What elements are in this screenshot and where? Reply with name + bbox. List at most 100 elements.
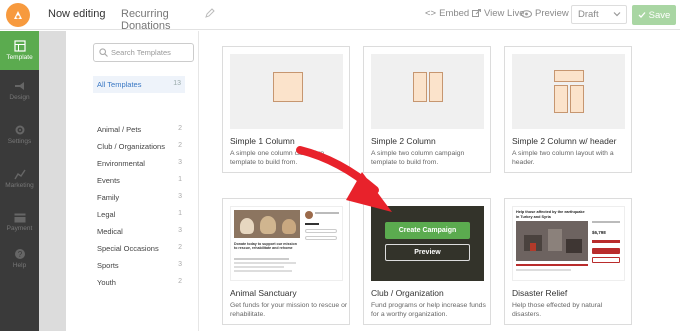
template-thumbnail: Donate today to support our mission to r… [230, 206, 343, 281]
filter-count: 2 [178, 125, 182, 132]
layout-block [429, 72, 443, 102]
preview-label: Preview [535, 8, 569, 19]
filter-item[interactable]: Medical 3 [97, 227, 182, 236]
logo-icon [14, 11, 22, 19]
filter-all-templates[interactable]: All Templates 13 [93, 76, 185, 93]
template-icon [13, 40, 26, 52]
filter-item[interactable]: Special Occasions 2 [97, 244, 182, 253]
filter-count: 1 [178, 176, 182, 183]
sidebar-item-marketing[interactable]: Marketing [0, 159, 39, 198]
save-button[interactable]: Save [632, 5, 676, 25]
filter-item[interactable]: Club / Organizations 2 [97, 142, 182, 151]
eye-icon [521, 9, 532, 18]
view-live-label: View Live [484, 8, 525, 19]
template-card[interactable]: Simple 1 Column A simple one column camp… [222, 46, 350, 173]
view-live-button[interactable]: View Live [472, 8, 525, 19]
filter-label: Youth [97, 278, 116, 287]
template-card[interactable]: Simple 2 Column A simple two column camp… [363, 46, 491, 173]
template-description: A simple two column layout with a header… [512, 150, 614, 166]
sidebar-item-settings[interactable]: Settings [0, 115, 39, 154]
thumb-amount: $6,798 [592, 230, 606, 235]
template-title: Animal Sanctuary [230, 288, 297, 298]
svg-text:?: ? [17, 250, 22, 259]
template-thumbnail: Help those affected by the earthquake in… [512, 206, 625, 281]
template-thumbnail: Create Campaign Preview [371, 206, 484, 281]
code-icon: <> [425, 8, 437, 19]
layout-block [554, 85, 568, 113]
filter-item[interactable]: Animal / Pets 2 [97, 125, 182, 134]
thumb-headline: Donate today to support our mission to r… [234, 242, 297, 251]
pencil-icon[interactable] [205, 8, 215, 18]
layout-block [413, 72, 427, 102]
template-thumbnail [512, 54, 625, 129]
sidebar-label-settings: Settings [7, 138, 32, 145]
card-icon [14, 213, 25, 223]
template-description: Fund programs or help increase funds for… [371, 302, 486, 318]
template-card[interactable]: Create Campaign Preview Club / Organizat… [363, 198, 491, 325]
layout-block [554, 70, 584, 82]
filter-count: 2 [178, 244, 182, 251]
help-icon: ? [14, 249, 25, 259]
create-campaign-button[interactable]: Create Campaign [385, 222, 470, 239]
template-description: A simple one column campaign template to… [230, 150, 325, 166]
sidebar-item-help[interactable]: ? Help [0, 239, 39, 278]
template-title: Simple 2 Column w/ header [512, 136, 617, 146]
sidebar-label-design: Design [9, 94, 30, 101]
filter-item[interactable]: Environmental 3 [97, 159, 182, 168]
sidebar-label-marketing: Marketing [5, 182, 34, 189]
preview-button[interactable]: Preview [521, 8, 569, 19]
template-card[interactable]: Simple 2 Column w/ header A simple two c… [504, 46, 632, 173]
sidebar-label-template: Template [6, 54, 33, 61]
filter-count: 3 [178, 261, 182, 268]
template-filters: Search Templates All Templates 13 Animal… [66, 31, 199, 331]
filter-label: Family [97, 193, 120, 202]
sidebar-item-template[interactable]: Template [0, 31, 39, 70]
filter-all-label: All Templates [97, 80, 142, 89]
app-logo[interactable] [6, 3, 30, 27]
now-editing-label: Now editing [48, 8, 106, 20]
avatar [305, 211, 313, 219]
filter-item[interactable]: Sports 3 [97, 261, 182, 270]
main-sidebar: Template Design Settings Marketing Payme… [0, 31, 39, 331]
template-card[interactable]: Help those affected by the earthquake in… [504, 198, 632, 325]
template-title: Club / Organization [371, 288, 444, 298]
sidebar-item-payment[interactable]: Payment [0, 203, 39, 242]
save-label: Save [648, 9, 671, 21]
search-placeholder: Search Templates [111, 48, 171, 57]
filter-label: Environmental [97, 159, 145, 168]
preview-template-button[interactable]: Preview [385, 244, 470, 261]
animal-photo [234, 210, 300, 238]
filter-count: 3 [178, 227, 182, 234]
template-title: Simple 1 Column [230, 136, 295, 146]
template-thumbnail [230, 54, 343, 129]
template-description: A simple two column campaign template to… [371, 150, 465, 166]
filter-label: Sports [97, 261, 119, 270]
panel-divider [39, 31, 66, 331]
filter-label: Special Occasions [97, 244, 159, 253]
layout-block [570, 85, 584, 113]
template-card[interactable]: Donate today to support our mission to r… [222, 198, 350, 325]
filter-label: Medical [97, 227, 123, 236]
sidebar-item-design[interactable]: Design [0, 71, 39, 110]
campaign-name-field[interactable]: Recurring Donations [117, 5, 201, 32]
embed-button[interactable]: <> Embed [425, 8, 469, 19]
external-link-icon [472, 9, 481, 17]
filter-count: 2 [178, 278, 182, 285]
template-title: Disaster Relief [512, 288, 568, 298]
filter-item[interactable]: Events 1 [97, 176, 182, 185]
search-input[interactable]: Search Templates [93, 43, 194, 62]
filter-label: Legal [97, 210, 116, 219]
filter-item[interactable]: Youth 2 [97, 278, 182, 287]
status-select[interactable]: Draft [571, 5, 627, 24]
sidebar-label-help: Help [12, 262, 27, 269]
check-icon [638, 12, 646, 18]
filter-label: Animal / Pets [97, 125, 142, 134]
chevron-down-icon [613, 12, 621, 17]
sidebar-label-payment: Payment [6, 225, 33, 232]
filter-item[interactable]: Legal 1 [97, 210, 182, 219]
template-thumbnail [371, 54, 484, 129]
filter-item[interactable]: Family 3 [97, 193, 182, 202]
template-title: Simple 2 Column [371, 136, 436, 146]
disaster-photo [516, 221, 588, 261]
filter-count: 2 [178, 142, 182, 149]
